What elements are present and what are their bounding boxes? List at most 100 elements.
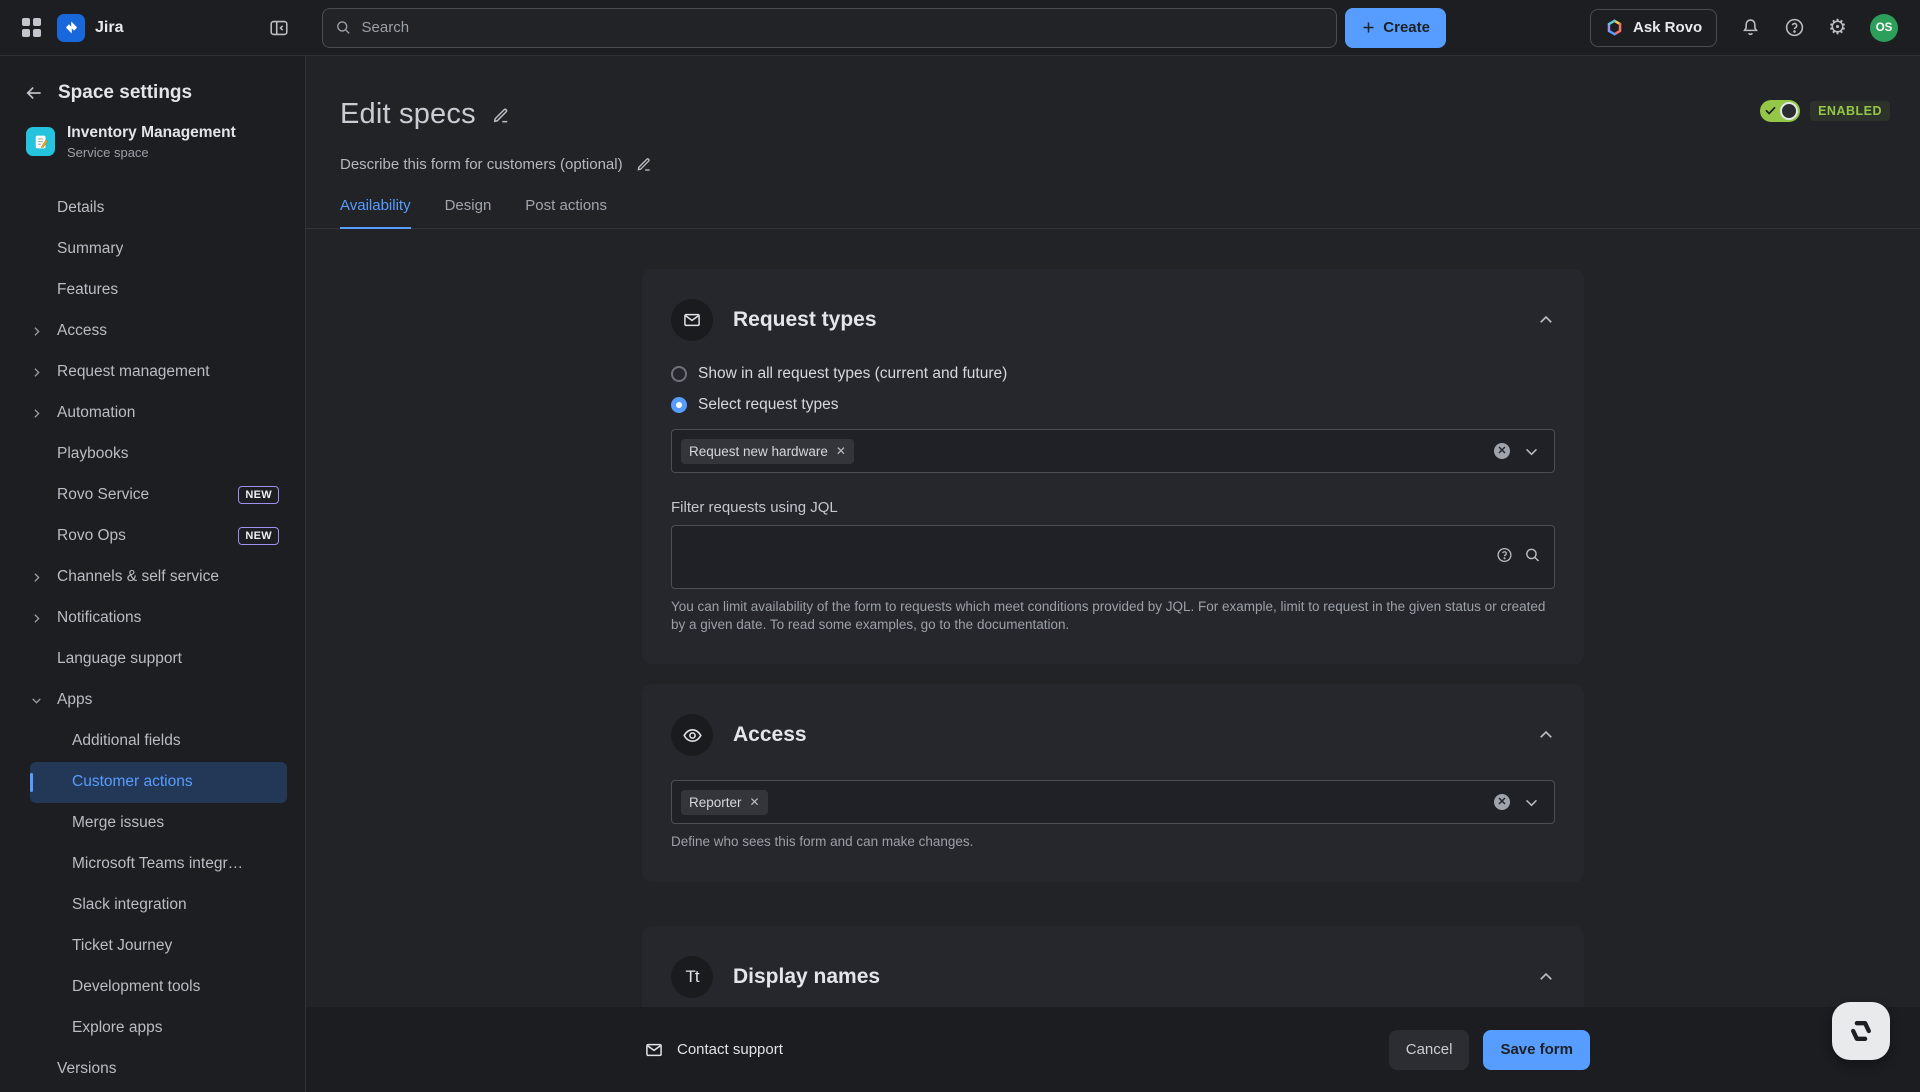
sidebar-collapse-icon[interactable] (268, 17, 290, 39)
sidebar-item-rovo-ops[interactable]: Rovo OpsNEW (30, 516, 287, 557)
tab-design[interactable]: Design (445, 197, 492, 229)
space-settings-sidebar: Space settings Inventory Management Serv… (0, 56, 306, 1092)
request-types-select[interactable]: Request new hardware ✕ ✕ (671, 429, 1555, 473)
back-arrow-icon (24, 83, 44, 103)
sidebar-title: Space settings (58, 82, 192, 104)
sidebar-item-slack-integration[interactable]: Slack integration (30, 885, 287, 926)
sidebar-item-channels-self-service[interactable]: Channels & self service (30, 557, 287, 598)
sidebar-item-ticket-journey[interactable]: Ticket Journey (30, 926, 287, 967)
page-header: Edit specs ENABLED Describe this form fo… (306, 56, 1920, 229)
jira-app: Jira Create (0, 0, 1920, 1092)
chevron-right-icon (30, 407, 57, 420)
sidebar-item-label: Channels & self service (57, 568, 219, 586)
collapse-card-chevron-icon[interactable] (1537, 311, 1555, 329)
toggle-knob (1780, 102, 1798, 120)
sidebar-item-playbooks[interactable]: Playbooks (30, 434, 287, 475)
clear-select-icon[interactable]: ✕ (1494, 794, 1510, 810)
app-switcher-icon[interactable] (22, 18, 42, 38)
chevron-right-icon (30, 571, 57, 584)
sidebar-item-request-management[interactable]: Request management (30, 352, 287, 393)
sidebar-item-versions[interactable]: Versions (30, 1049, 287, 1090)
create-button[interactable]: Create (1345, 8, 1446, 48)
search-input[interactable] (362, 19, 1325, 36)
jql-help-icon[interactable] (1496, 547, 1513, 568)
jql-help-text: You can limit availability of the form t… (671, 598, 1555, 634)
cancel-button[interactable]: Cancel (1389, 1030, 1470, 1070)
sidebar-menu: Details SummaryFeaturesAccess Request mana… (0, 188, 305, 1090)
back-to-project-button[interactable]: Space settings (0, 82, 305, 104)
sidebar-item-label: Notifications (57, 609, 141, 627)
radio-show-all-request-types[interactable]: Show in all request types (current and f… (671, 365, 1555, 383)
sidebar-item-explore-apps[interactable]: Explore apps (30, 1008, 287, 1049)
sidebar-item-label: Automation (57, 404, 135, 422)
sidebar-item-access[interactable]: Access (30, 311, 287, 352)
notifications-bell-icon[interactable] (1740, 17, 1761, 38)
edit-description-pencil-icon[interactable] (635, 155, 653, 173)
edit-title-pencil-icon[interactable] (491, 105, 511, 125)
sidebar-item-microsoft-teams-integr[interactable]: Microsoft Teams integr… (30, 844, 287, 885)
sidebar-item-summary[interactable]: Summary (30, 229, 287, 270)
sidebar-item-label: Merge issues (72, 814, 164, 832)
sidebar-item-apps[interactable]: Apps (30, 680, 287, 721)
sidebar-item-additional-fields[interactable]: Additional fields (30, 721, 287, 762)
tab-post-actions[interactable]: Post actions (525, 197, 607, 229)
sidebar-item-features[interactable]: Features (30, 270, 287, 311)
rovo-chat-fab-button[interactable] (1832, 1002, 1890, 1060)
settings-gear-icon[interactable]: ⚙ (1828, 17, 1847, 38)
rovo-hexagon-icon (1848, 1018, 1874, 1044)
sidebar-item-label: Rovo Service (57, 486, 149, 504)
jql-search-icon[interactable] (1524, 547, 1541, 568)
plus-icon (1361, 20, 1376, 35)
jql-label: Filter requests using JQL (671, 499, 1555, 516)
contact-support-link[interactable]: Contact support (644, 1040, 783, 1060)
jira-mark-icon (63, 19, 80, 36)
jql-field[interactable] (671, 525, 1555, 589)
sidebar-item-development-tools[interactable]: Development tools (30, 967, 287, 1008)
sidebar-item-details[interactable]: Details (30, 188, 287, 229)
radio-select-request-types[interactable]: Select request types (671, 396, 1555, 414)
tab-availability[interactable]: Availability (340, 197, 411, 229)
search-input-container[interactable] (322, 8, 1337, 48)
tag-chip-request-new-hardware: Request new hardware ✕ (681, 439, 854, 464)
sidebar-item-rovo-service[interactable]: Rovo ServiceNEW (30, 475, 287, 516)
sidebar-item-merge-issues[interactable]: Merge issues (30, 803, 287, 844)
enabled-toggle[interactable] (1760, 100, 1800, 122)
sidebar-item-notifications[interactable]: Notifications (30, 598, 287, 639)
chevron-right-icon (30, 366, 57, 379)
help-icon[interactable] (1784, 17, 1805, 38)
sidebar-item-label: Slack integration (72, 896, 187, 914)
chevron-right-icon (30, 612, 57, 625)
ask-rovo-button[interactable]: Ask Rovo (1590, 9, 1717, 47)
access-help-text: Define who sees this form and can make c… (671, 833, 1555, 851)
jira-logo-icon[interactable] (57, 14, 85, 42)
card-title: Access (733, 723, 807, 747)
tag-label: Reporter (689, 795, 742, 810)
collapse-card-chevron-icon[interactable] (1537, 968, 1555, 986)
card-title: Display names (733, 965, 880, 989)
jql-input[interactable] (672, 526, 1554, 588)
select-chevron-down-icon[interactable] (1523, 794, 1540, 811)
access-select[interactable]: Reporter ✕ ✕ (671, 780, 1555, 824)
tag-label: Request new hardware (689, 444, 828, 459)
sidebar-item-automation[interactable]: Automation (30, 393, 287, 434)
form-description-placeholder[interactable]: Describe this form for customers (option… (340, 156, 623, 173)
sidebar-item-label: Request management (57, 363, 210, 381)
check-icon (1764, 104, 1777, 117)
clear-select-icon[interactable]: ✕ (1494, 443, 1510, 459)
remove-tag-icon[interactable]: ✕ (836, 445, 846, 457)
select-chevron-down-icon[interactable] (1523, 443, 1540, 460)
remove-tag-icon[interactable]: ✕ (750, 796, 760, 808)
sidebar-item-label: Playbooks (57, 445, 129, 463)
request-types-card: Request types Show in all request types … (642, 269, 1584, 664)
sidebar-item-label: Customer actions (72, 773, 193, 791)
sidebar-item-label: Rovo Ops (57, 527, 126, 545)
sidebar-item-label: Details (57, 199, 104, 217)
status-badge: ENABLED (1810, 101, 1890, 121)
sidebar-item-customer-actions[interactable]: Customer actions (30, 762, 287, 803)
selected-access: Reporter ✕ (681, 790, 768, 815)
user-avatar[interactable]: OS (1870, 14, 1898, 42)
sidebar-item-language-support[interactable]: Language support (30, 639, 287, 680)
card-title: Request types (733, 308, 877, 332)
collapse-card-chevron-icon[interactable] (1537, 726, 1555, 744)
save-form-button[interactable]: Save form (1483, 1030, 1590, 1070)
